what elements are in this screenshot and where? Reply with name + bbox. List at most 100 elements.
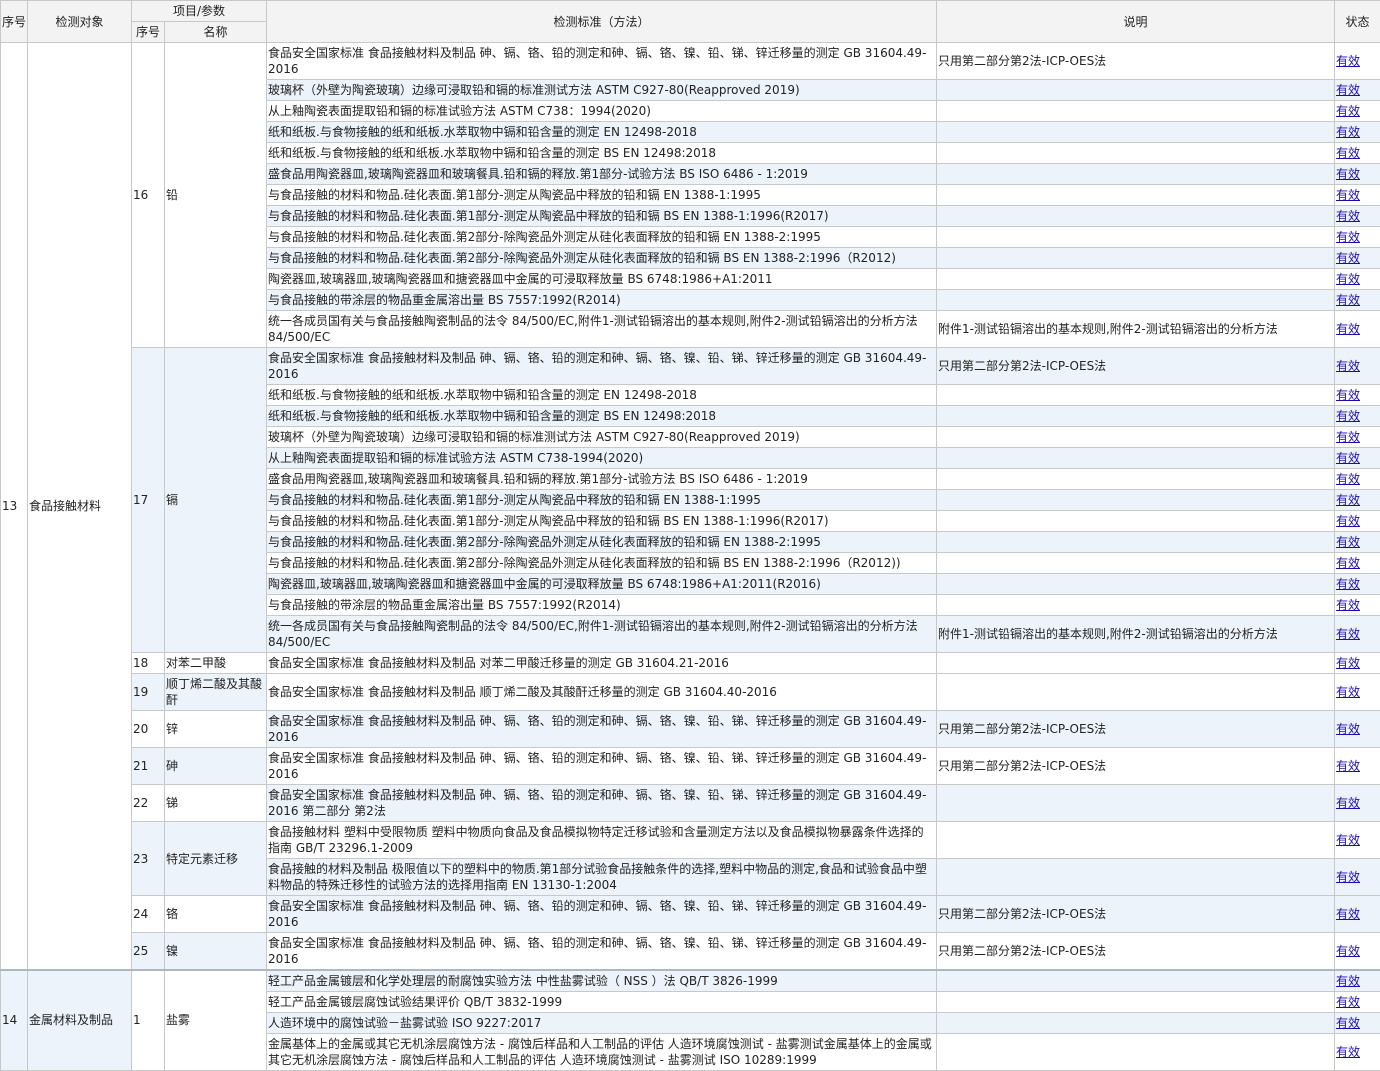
status-link[interactable]: 有效 bbox=[1336, 493, 1360, 507]
item-no: 1 bbox=[132, 970, 165, 1071]
table-row: 17镉食品安全国家标准 食品接触材料及制品 砷、镉、铬、铅的测定和砷、镉、铬、镍… bbox=[1, 348, 1380, 385]
status-link[interactable]: 有效 bbox=[1336, 535, 1360, 549]
status-link[interactable]: 有效 bbox=[1336, 1016, 1360, 1030]
status-link[interactable]: 有效 bbox=[1336, 54, 1360, 68]
note-cell bbox=[937, 490, 1335, 511]
status-link[interactable]: 有效 bbox=[1336, 430, 1360, 444]
status-link[interactable]: 有效 bbox=[1336, 188, 1360, 202]
status-cell: 有效 bbox=[1335, 311, 1380, 348]
note-cell bbox=[937, 532, 1335, 553]
standard-cell: 轻工产品金属镀层和化学处理层的耐腐蚀实验方法 中性盐雾试验（ NSS ）法 QB… bbox=[267, 970, 937, 992]
status-link[interactable]: 有效 bbox=[1336, 577, 1360, 591]
standard-cell: 食品接触材料 塑料中受限物质 塑料中物质向食品及食品模拟物特定迁移试验和含量测定… bbox=[267, 822, 937, 859]
table-body: 13食品接触材料16铅食品安全国家标准 食品接触材料及制品 砷、镉、铬、铅的测定… bbox=[1, 43, 1380, 1071]
status-link[interactable]: 有效 bbox=[1336, 104, 1360, 118]
status-link[interactable]: 有效 bbox=[1336, 146, 1360, 160]
note-cell: 只用第二部分第2法-ICP-OES法 bbox=[937, 43, 1335, 80]
note-cell: 只用第二部分第2法-ICP-OES法 bbox=[937, 711, 1335, 748]
status-cell: 有效 bbox=[1335, 385, 1380, 406]
standard-cell: 盛食品用陶瓷器皿,玻璃陶瓷器皿和玻璃餐具.铅和镉的释放.第1部分-试验方法 BS… bbox=[267, 469, 937, 490]
status-link[interactable]: 有效 bbox=[1336, 833, 1360, 847]
item-name: 锌 bbox=[165, 711, 267, 748]
status-cell: 有效 bbox=[1335, 43, 1380, 80]
standard-cell: 与食品接触的带涂层的物品重金属溶出量 BS 7557:1992(R2014) bbox=[267, 290, 937, 311]
status-link[interactable]: 有效 bbox=[1336, 209, 1360, 223]
note-cell bbox=[937, 185, 1335, 206]
table-row: 20锌食品安全国家标准 食品接触材料及制品 砷、镉、铬、铅的测定和砷、镉、铬、镍… bbox=[1, 711, 1380, 748]
note-cell: 只用第二部分第2法-ICP-OES法 bbox=[937, 896, 1335, 933]
table-row: 19顺丁烯二酸及其酸酐食品安全国家标准 食品接触材料及制品 顺丁烯二酸及其酸酐迁… bbox=[1, 674, 1380, 711]
status-cell: 有效 bbox=[1335, 269, 1380, 290]
status-cell: 有效 bbox=[1335, 616, 1380, 653]
table-row: 23特定元素迁移食品接触材料 塑料中受限物质 塑料中物质向食品及食品模拟物特定迁… bbox=[1, 822, 1380, 859]
status-cell: 有效 bbox=[1335, 406, 1380, 427]
status-link[interactable]: 有效 bbox=[1336, 83, 1360, 97]
status-cell: 有效 bbox=[1335, 859, 1380, 896]
status-link[interactable]: 有效 bbox=[1336, 272, 1360, 286]
note-cell bbox=[937, 269, 1335, 290]
header-item-name: 名称 bbox=[165, 22, 267, 43]
status-link[interactable]: 有效 bbox=[1336, 722, 1360, 736]
status-cell: 有效 bbox=[1335, 785, 1380, 822]
status-link[interactable]: 有效 bbox=[1336, 759, 1360, 773]
status-link[interactable]: 有效 bbox=[1336, 907, 1360, 921]
status-link[interactable]: 有效 bbox=[1336, 125, 1360, 139]
status-link[interactable]: 有效 bbox=[1336, 944, 1360, 958]
status-cell: 有效 bbox=[1335, 653, 1380, 674]
item-name: 对苯二甲酸 bbox=[165, 653, 267, 674]
note-cell bbox=[937, 970, 1335, 992]
table-row: 21砷食品安全国家标准 食品接触材料及制品 砷、镉、铬、铅的测定和砷、镉、铬、镍… bbox=[1, 748, 1380, 785]
status-cell: 有效 bbox=[1335, 348, 1380, 385]
item-name: 铬 bbox=[165, 896, 267, 933]
item-no: 16 bbox=[132, 43, 165, 348]
status-link[interactable]: 有效 bbox=[1336, 796, 1360, 810]
item-name: 锑 bbox=[165, 785, 267, 822]
status-link[interactable]: 有效 bbox=[1336, 556, 1360, 570]
standard-cell: 从上釉陶瓷表面提取铅和镉的标准试验方法 ASTM C738：1994(2020) bbox=[267, 101, 937, 122]
item-name: 盐雾 bbox=[165, 970, 267, 1071]
item-no: 20 bbox=[132, 711, 165, 748]
status-cell: 有效 bbox=[1335, 991, 1380, 1012]
status-link[interactable]: 有效 bbox=[1336, 598, 1360, 612]
status-link[interactable]: 有效 bbox=[1336, 870, 1360, 884]
note-cell: 只用第二部分第2法-ICP-OES法 bbox=[937, 933, 1335, 970]
standard-cell: 食品安全国家标准 食品接触材料及制品 砷、镉、铬、铅的测定和砷、镉、铬、镍、铅、… bbox=[267, 748, 937, 785]
status-link[interactable]: 有效 bbox=[1336, 451, 1360, 465]
status-link[interactable]: 有效 bbox=[1336, 167, 1360, 181]
status-link[interactable]: 有效 bbox=[1336, 1045, 1360, 1059]
status-cell: 有效 bbox=[1335, 511, 1380, 532]
status-link[interactable]: 有效 bbox=[1336, 995, 1360, 1009]
standard-cell: 玻璃杯（外壁为陶瓷玻璃）边缘可浸取铅和镉的标准测试方法 ASTM C927-80… bbox=[267, 427, 937, 448]
standard-cell: 与食品接触的带涂层的物品重金属溶出量 BS 7557:1992(R2014) bbox=[267, 595, 937, 616]
standards-table: 序号 检测对象 项目/参数 检测标准（方法） 说明 状态 序号 名称 13食品接… bbox=[0, 0, 1380, 1071]
status-link[interactable]: 有效 bbox=[1336, 409, 1360, 423]
status-cell: 有效 bbox=[1335, 206, 1380, 227]
status-link[interactable]: 有效 bbox=[1336, 974, 1360, 988]
standard-cell: 食品接触的材料及制品 极限值以下的塑料中的物质.第1部分试验食品接触条件的选择,… bbox=[267, 859, 937, 896]
status-link[interactable]: 有效 bbox=[1336, 388, 1360, 402]
header-status: 状态 bbox=[1335, 1, 1380, 43]
note-cell bbox=[937, 553, 1335, 574]
status-link[interactable]: 有效 bbox=[1336, 656, 1360, 670]
status-link[interactable]: 有效 bbox=[1336, 293, 1360, 307]
status-cell: 有效 bbox=[1335, 427, 1380, 448]
status-link[interactable]: 有效 bbox=[1336, 685, 1360, 699]
status-link[interactable]: 有效 bbox=[1336, 514, 1360, 528]
status-link[interactable]: 有效 bbox=[1336, 359, 1360, 373]
note-cell bbox=[937, 822, 1335, 859]
group-object: 金属材料及制品 bbox=[28, 970, 132, 1071]
status-cell: 有效 bbox=[1335, 1033, 1380, 1070]
note-cell bbox=[937, 385, 1335, 406]
status-link[interactable]: 有效 bbox=[1336, 230, 1360, 244]
status-link[interactable]: 有效 bbox=[1336, 627, 1360, 641]
header-note: 说明 bbox=[937, 1, 1335, 43]
note-cell bbox=[937, 406, 1335, 427]
status-link[interactable]: 有效 bbox=[1336, 322, 1360, 336]
note-cell: 只用第二部分第2法-ICP-OES法 bbox=[937, 748, 1335, 785]
status-link[interactable]: 有效 bbox=[1336, 472, 1360, 486]
status-link[interactable]: 有效 bbox=[1336, 251, 1360, 265]
standard-cell: 玻璃杯（外壁为陶瓷玻璃）边缘可浸取铅和镉的标准测试方法 ASTM C927-80… bbox=[267, 80, 937, 101]
header-item-no: 序号 bbox=[132, 22, 165, 43]
standard-cell: 食品安全国家标准 食品接触材料及制品 对苯二甲酸迁移量的测定 GB 31604.… bbox=[267, 653, 937, 674]
standard-cell: 纸和纸板.与食物接触的纸和纸板.水萃取物中镉和铅含量的测定 BS EN 1249… bbox=[267, 406, 937, 427]
